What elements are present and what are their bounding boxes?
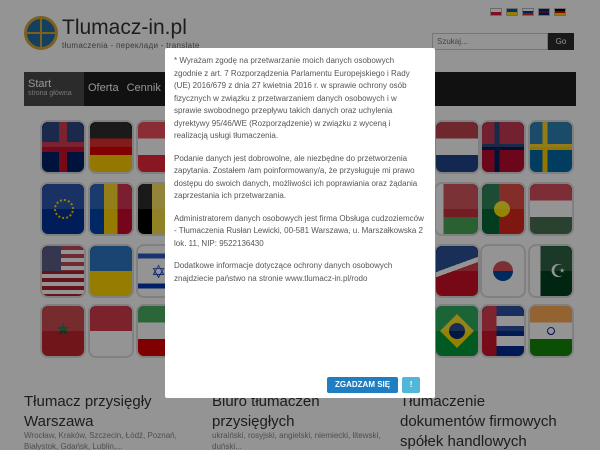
info-button[interactable]: ! [402,377,421,393]
consent-paragraph: Podanie danych jest dobrowolne, ale niez… [174,153,418,201]
consent-paragraph: Administratorem danych osobowych jest fi… [174,213,424,248]
consent-text: * Wyrażam zgodę na przetwarzanie moich d… [174,55,424,365]
consent-paragraph: Dodatkowe informacje dotyczące ochrony d… [174,261,393,283]
consent-modal: * Wyrażam zgodę na przetwarzanie moich d… [165,48,435,398]
consent-paragraph: * Wyrażam zgodę na przetwarzanie moich d… [174,56,410,140]
accept-button[interactable]: ZGADZAM SIĘ [327,377,399,393]
modal-actions: ZGADZAM SIĘ ! [327,377,421,393]
